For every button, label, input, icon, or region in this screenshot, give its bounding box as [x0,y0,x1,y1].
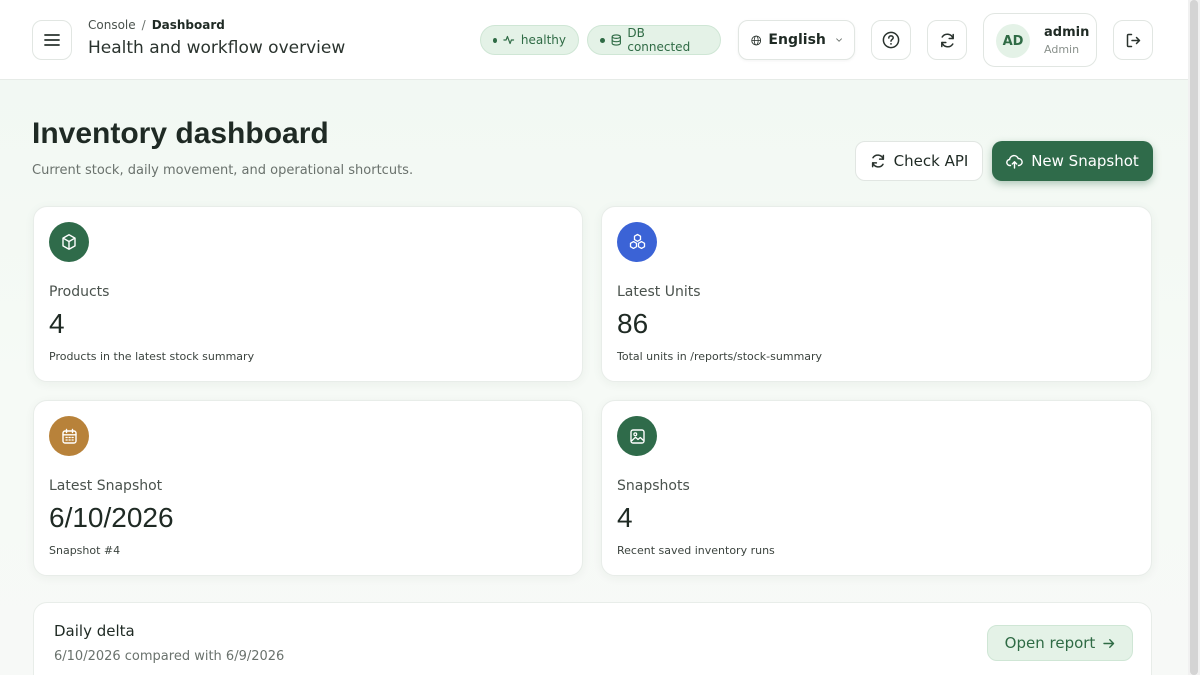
top-bar: Console / Dashboard Health and workflow ov… [0,0,1188,80]
language-label: English [768,32,826,48]
card-note: Recent saved inventory runs [617,544,775,557]
card-value: 6/10/2026 [49,502,174,533]
card-value: 86 [617,308,649,339]
open-report-button[interactable]: Open report [987,625,1133,661]
latest-units-card: Latest Units 86 Total units in /reports/… [601,206,1152,382]
refresh-icon [871,154,884,168]
avatar: AD [996,24,1030,58]
scrollbar[interactable] [1188,0,1200,675]
daily-delta-title: Daily delta [54,622,135,640]
breadcrumb-separator: / [141,18,146,32]
logout-button[interactable] [1113,20,1153,60]
products-card: Products 4 Products in the latest stock … [33,206,583,382]
card-icon-badge [49,416,89,456]
health-status-badge: healthy [480,25,579,55]
new-snapshot-label: New Snapshot [1031,152,1139,170]
calendar-icon [61,428,77,444]
status-dot [600,37,605,43]
page-description: Current stock, daily movement, and opera… [32,163,414,178]
card-icon-badge [617,222,657,262]
boxes-icon [629,233,645,250]
cloud-upload-icon [1006,154,1023,169]
card-note: Snapshot #4 [49,544,121,557]
help-icon [882,31,900,49]
image-icon [629,428,645,444]
breadcrumb-dashboard: Dashboard [151,18,225,32]
language-select[interactable]: English [738,20,855,60]
card-note: Total units in /reports/stock-summary [617,350,823,363]
open-report-label: Open report [1004,634,1096,652]
daily-delta-subtitle: 6/10/2026 compared with 6/9/2026 [54,649,285,664]
check-api-button[interactable]: Check API [855,141,983,181]
card-value: 4 [49,308,65,339]
card-label: Products [49,284,110,300]
help-button[interactable] [871,20,911,60]
box-icon [62,234,76,250]
new-snapshot-button[interactable]: New Snapshot [992,141,1153,181]
card-label: Latest Units [617,284,701,300]
menu-button[interactable] [32,20,72,60]
activity-icon [503,35,515,45]
status-dot [493,37,498,43]
card-icon-badge [617,416,657,456]
breadcrumb-console[interactable]: Console [88,18,136,32]
user-menu[interactable]: AD admin Admin [983,13,1097,67]
db-status-badge: DB connected [587,25,721,55]
card-value: 4 [617,502,633,533]
check-api-label: Check API [893,152,969,170]
latest-snapshot-card: Latest Snapshot 6/10/2026 Snapshot #4 [33,400,583,576]
scrollbar-thumb[interactable] [1190,0,1198,675]
card-icon-badge [49,222,89,262]
refresh-button[interactable] [927,20,967,60]
page-subtitle: Health and workflow overview [88,38,346,58]
breadcrumb: Console / Dashboard [88,18,225,32]
chevron-down-icon [836,38,842,42]
database-icon [611,34,621,46]
daily-delta-panel: Daily delta 6/10/2026 compared with 6/9/… [33,602,1152,675]
card-label: Snapshots [617,478,690,494]
refresh-icon [940,32,954,48]
arrow-right-icon [1103,638,1115,648]
menu-icon [44,34,60,46]
card-label: Latest Snapshot [49,478,163,494]
user-role: Admin [1044,43,1080,56]
card-note: Products in the latest stock summary [49,350,255,363]
user-name: admin [1044,25,1090,40]
globe-icon [751,35,762,45]
logout-icon [1126,33,1140,47]
db-status-text: DB connected [627,26,691,54]
page-title: Inventory dashboard [32,117,329,150]
health-status-text: healthy [520,33,566,47]
snapshots-card: Snapshots 4 Recent saved inventory runs [601,400,1152,576]
